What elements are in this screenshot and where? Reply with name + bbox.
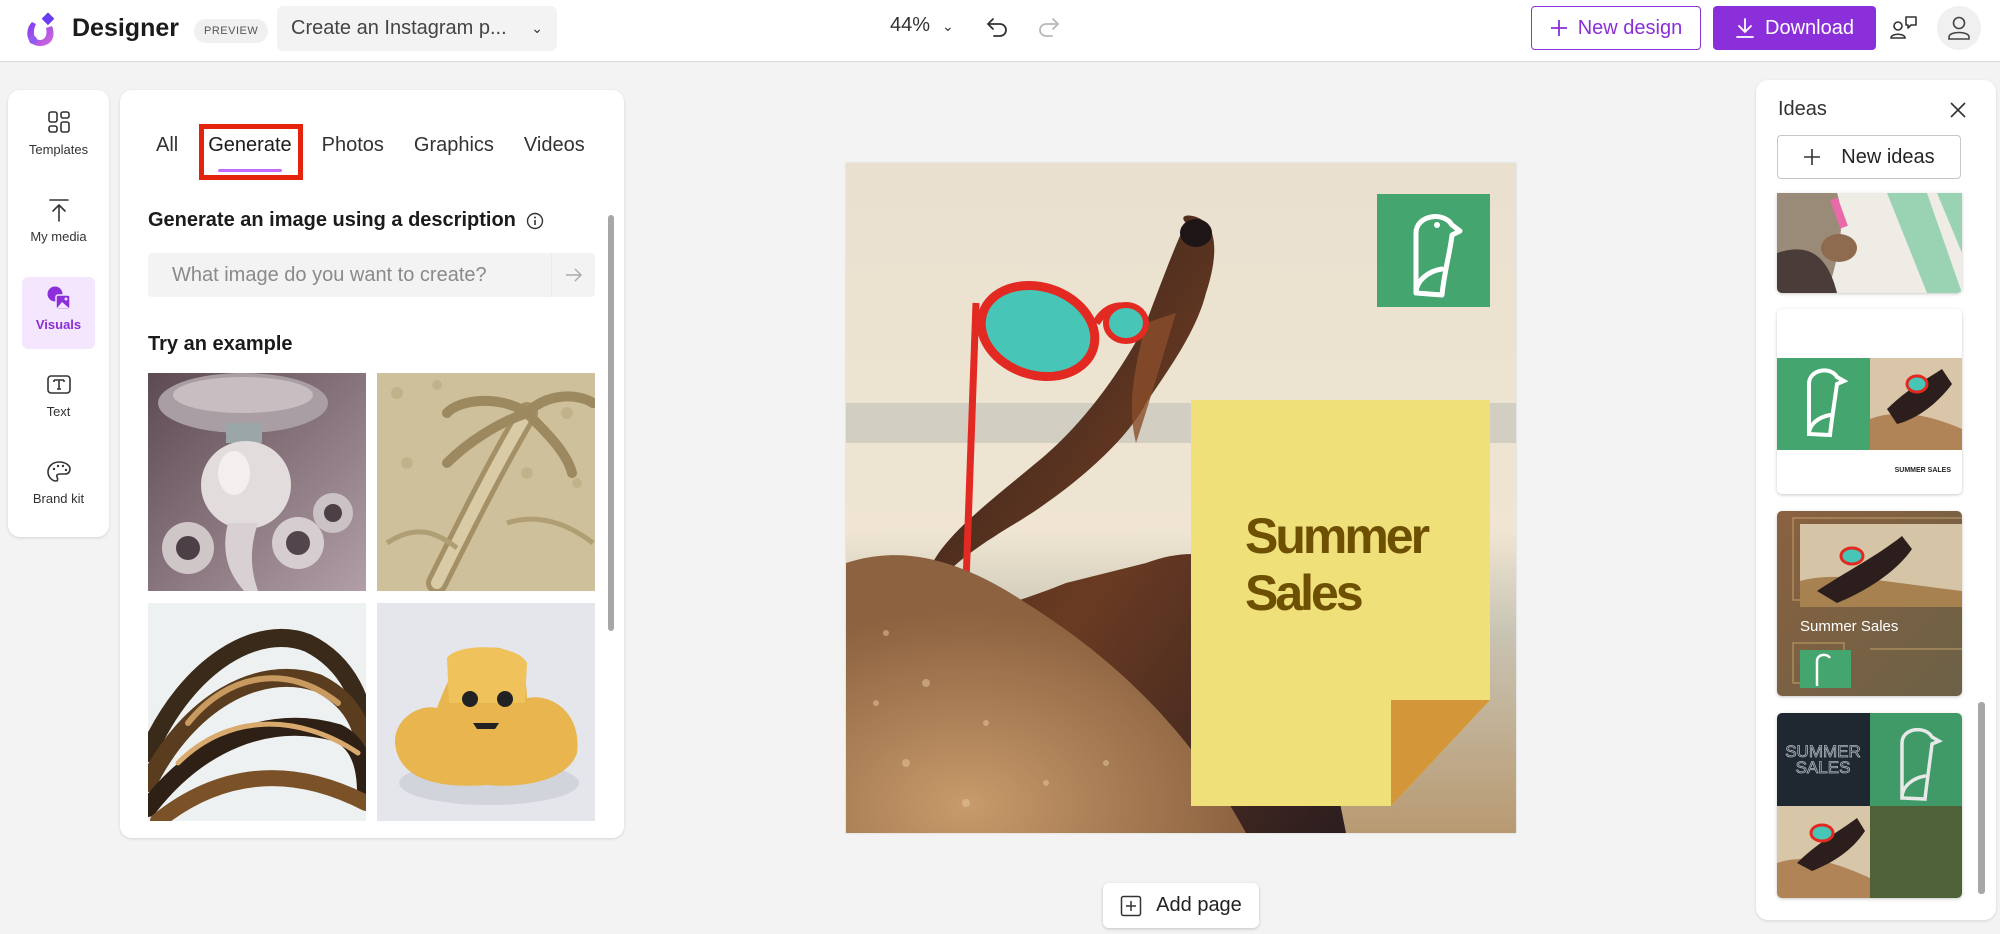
add-page-icon [1120,895,1142,916]
zoom-level: 44% [890,14,931,36]
example-image-octopus[interactable] [148,373,366,591]
example-sand-palm-art [377,373,595,591]
design-canvas[interactable]: Summer Sales [846,163,1516,833]
panel-scrollbar[interactable] [608,215,614,631]
ideas-panel: Ideas New ideas SUMMER SALES Summer Sale… [1756,80,1996,920]
example-image-sponge[interactable] [377,603,595,821]
plus-icon [1550,20,1567,36]
prompt-input[interactable] [148,253,550,297]
add-page-label: Add page [1156,894,1242,916]
tab-generate[interactable]: Generate [208,134,292,172]
example-image-spiral[interactable] [148,603,366,821]
app-name: Designer [72,14,179,42]
rail-item-text[interactable]: Text [22,364,95,436]
left-rail: Templates My media Visuals Text Brand ki… [8,90,109,537]
visuals-panel: All Generate Photos Graphics Videos Gene… [120,90,624,838]
text-icon [46,375,71,394]
new-design-label: New design [1577,16,1683,39]
download-label: Download [1765,16,1854,39]
rail-label: Text [46,404,71,419]
example-image-sand-palm[interactable] [377,373,595,591]
idea-card-caption: Summer Sales [1800,618,1898,635]
idea-card-4-art: SUMMER SALES [1777,713,1962,898]
headline-line-2: Sales [1245,565,1362,621]
add-page-button[interactable]: Add page [1103,883,1259,928]
redo-icon[interactable] [1034,13,1062,41]
new-ideas-label: New ideas [1841,145,1935,168]
idea-card[interactable]: SUMMER SALES [1777,713,1962,898]
rail-label: Visuals [35,317,82,332]
rail-label: Templates [28,142,89,157]
tab-photos[interactable]: Photos [322,134,384,167]
preview-badge: PREVIEW [194,19,269,43]
chevron-down-icon: ⌄ [942,18,954,34]
ideas-title: Ideas [1778,98,1827,120]
example-octopus-art [148,373,366,591]
rail-label: Brand kit [32,491,85,506]
ideas-scrollbar[interactable] [1978,702,1985,894]
account-avatar[interactable] [1937,6,1981,50]
top-bar: Designer PREVIEW Create an Instagram p..… [0,0,2000,62]
example-sponge-art [377,603,595,821]
palette-icon [46,461,71,482]
rail-item-brand-kit[interactable]: Brand kit [22,451,95,523]
idea-card[interactable] [1777,193,1962,293]
idea-card-1-art [1777,193,1962,293]
close-icon[interactable] [1948,100,1968,120]
idea-card-caption-line-2: SALES [1796,758,1851,777]
generate-submit-button[interactable] [551,253,595,297]
visuals-icon [47,286,71,310]
share-feedback-icon[interactable] [1889,14,1919,42]
tab-videos[interactable]: Videos [524,134,585,167]
undo-icon[interactable] [984,13,1012,41]
upload-icon [48,199,69,222]
document-title: Create an Instagram p... [291,17,507,39]
arrow-right-icon [565,268,582,282]
designer-logo-icon [27,12,55,46]
info-icon[interactable] [526,212,544,230]
idea-card-caption: SUMMER SALES [1895,467,1952,474]
generate-title-text: Generate an image using a description [148,209,516,231]
generate-section-title: Generate an image using a description [148,209,544,232]
brand-logo-tile [1377,194,1490,307]
generate-prompt-field [148,253,595,297]
rail-label: My media [30,229,87,244]
chevron-down-icon: ⌄ [531,20,543,36]
visuals-tabs: All Generate Photos Graphics Videos [156,134,615,172]
examples-title: Try an example [148,333,293,355]
example-spiral-art [148,603,366,821]
document-title-dropdown[interactable]: Create an Instagram p... ⌄ [277,6,557,51]
new-ideas-button[interactable]: New ideas [1777,135,1961,179]
idea-card-3-art: Summer Sales [1777,511,1962,696]
zoom-dropdown[interactable]: 44% ⌄ [890,14,954,37]
idea-card[interactable]: SUMMER SALES [1777,309,1962,494]
person-icon [1948,16,1970,40]
idea-card-2-art: SUMMER SALES [1777,309,1962,494]
idea-card[interactable]: Summer Sales [1777,511,1962,696]
rail-item-my-media[interactable]: My media [22,189,95,261]
headline-line-1: Summer [1245,508,1430,564]
templates-icon [47,111,70,133]
download-button[interactable]: Download [1713,6,1876,50]
download-icon [1736,18,1754,38]
rail-item-visuals[interactable]: Visuals [22,277,95,349]
tab-graphics[interactable]: Graphics [414,134,494,167]
rail-item-templates[interactable]: Templates [22,102,95,174]
plus-icon [1804,149,1821,165]
new-design-button[interactable]: New design [1531,6,1701,50]
tab-all[interactable]: All [156,134,178,167]
canvas-artwork: Summer Sales [846,163,1516,833]
